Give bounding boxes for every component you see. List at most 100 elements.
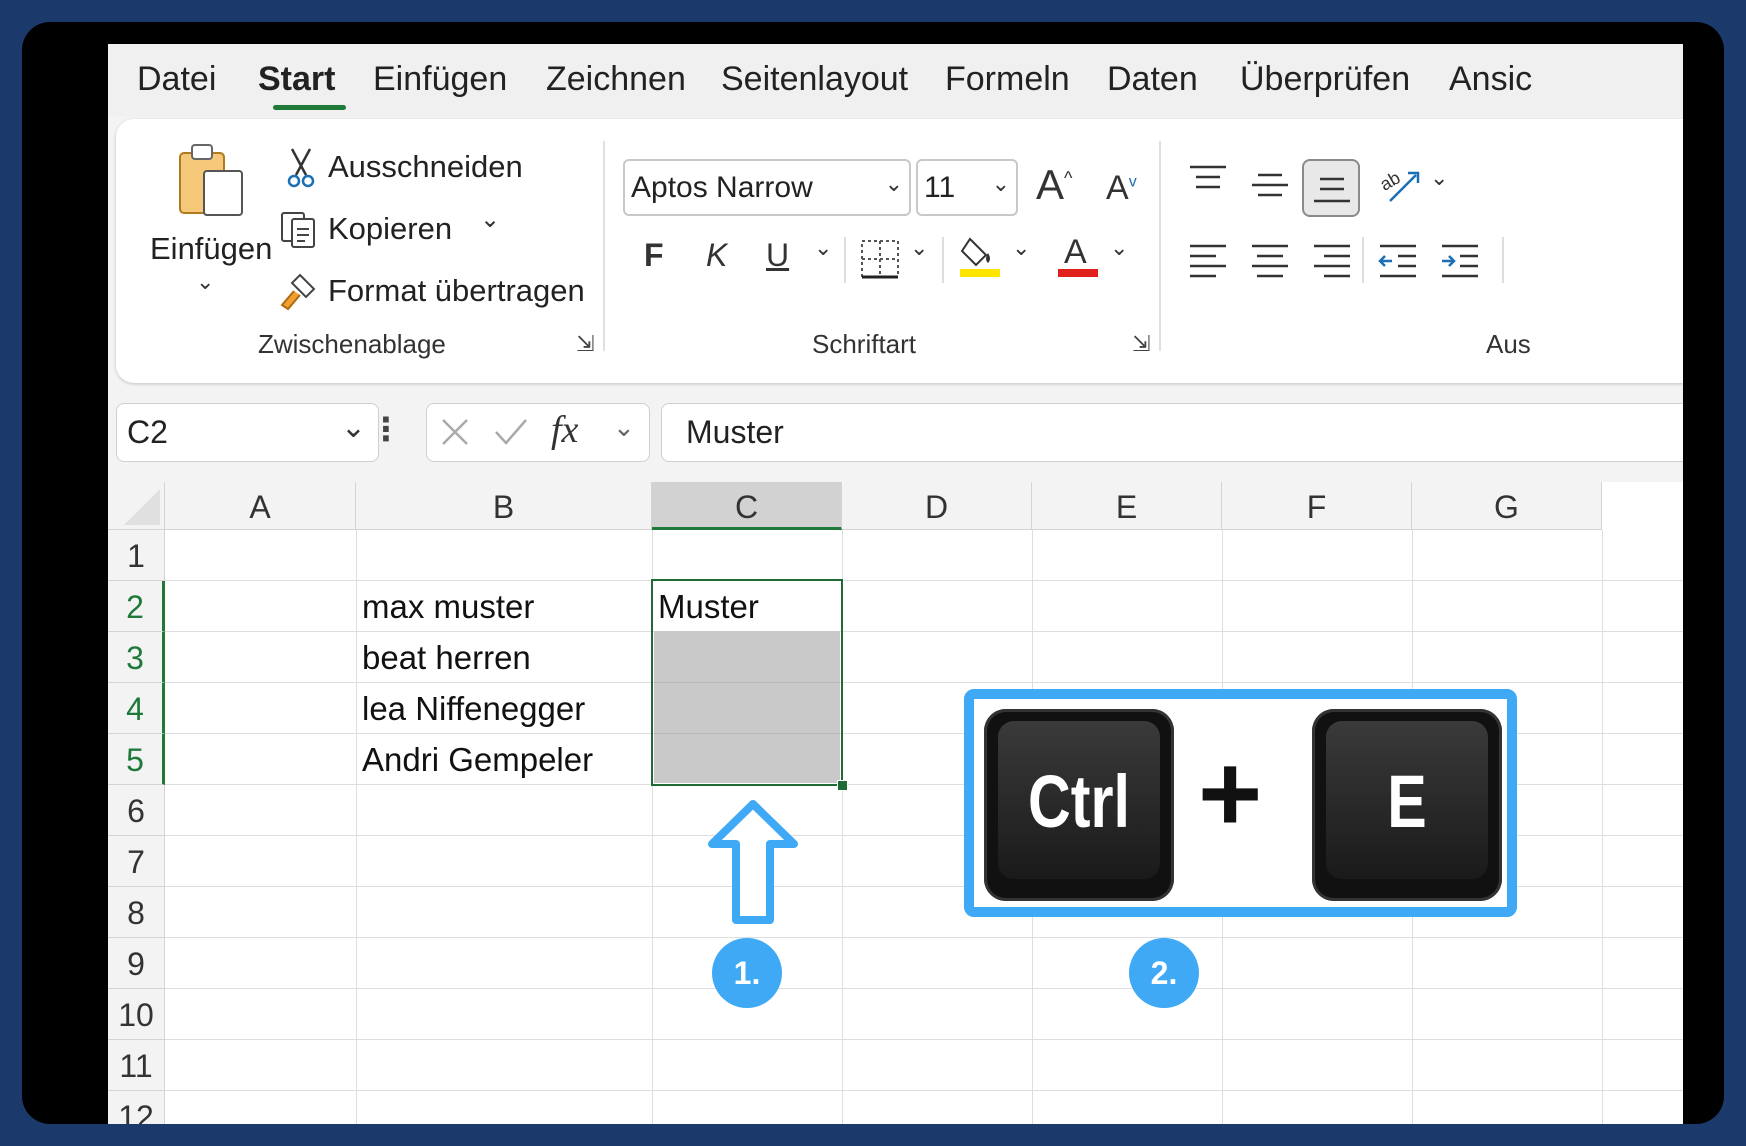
row-header-4[interactable]: 4 — [108, 683, 165, 734]
alignment-group-label: Aus — [1486, 329, 1531, 359]
tab-daten[interactable]: Daten — [1107, 60, 1198, 99]
spreadsheet-grid: A B C D E F G 1 2 3 4 5 6 7 8 9 10 11 12 — [108, 482, 1683, 1124]
paste-button[interactable]: Einfügen — [150, 231, 272, 267]
formula-controls: fx ⌄ — [426, 403, 650, 462]
row-header-9[interactable]: 9 — [108, 938, 165, 989]
align-top-icon[interactable] — [1188, 165, 1228, 195]
row-header-8[interactable]: 8 — [108, 887, 165, 938]
separator — [1362, 237, 1364, 283]
column-header-g[interactable]: G — [1412, 482, 1602, 530]
select-all-corner[interactable] — [108, 482, 165, 530]
orientation-dropdown-chevron-icon[interactable]: ⌄ — [1430, 165, 1448, 191]
paste-dropdown-chevron-icon[interactable]: ⌄ — [196, 269, 214, 295]
row-header-6[interactable]: 6 — [108, 785, 165, 836]
borders-icon[interactable] — [860, 239, 900, 279]
row-header-3[interactable]: 3 — [108, 632, 165, 683]
row-header-7[interactable]: 7 — [108, 836, 165, 887]
align-middle-icon[interactable] — [1250, 171, 1290, 201]
name-box-value: C2 — [127, 414, 168, 450]
cell-b5[interactable]: Andri Gempeler — [362, 741, 593, 779]
name-box[interactable]: C2 ⌄ — [116, 403, 379, 462]
cell-b2[interactable]: max muster — [362, 588, 534, 626]
decrease-indent-icon[interactable] — [1378, 243, 1418, 279]
font-color-dropdown-chevron-icon[interactable]: ⌄ — [1110, 235, 1128, 261]
fill-color-icon[interactable] — [958, 231, 1002, 279]
cell-b4[interactable]: lea Niffenegger — [362, 690, 585, 728]
separator — [844, 237, 846, 283]
format-painter-icon[interactable] — [278, 271, 320, 313]
cell-b3[interactable]: beat herren — [362, 639, 531, 677]
tab-ansicht[interactable]: Ansic — [1449, 60, 1532, 99]
tab-einfuegen[interactable]: Einfügen — [373, 60, 507, 99]
gridline — [165, 988, 1683, 989]
column-header-b[interactable]: B — [356, 482, 652, 530]
gridline — [1602, 530, 1603, 1124]
clipboard-dialog-launcher-icon[interactable]: ⇲ — [576, 331, 594, 357]
row-header-2[interactable]: 2 — [108, 581, 165, 632]
enter-icon[interactable] — [493, 416, 529, 448]
cut-button[interactable]: Ausschneiden — [328, 149, 523, 185]
chevron-down-icon: ⌄ — [884, 171, 903, 196]
tab-formeln[interactable]: Formeln — [945, 60, 1070, 99]
tab-seitenlayout[interactable]: Seitenlayout — [721, 60, 908, 99]
column-header-a[interactable]: A — [165, 482, 356, 530]
tab-zeichnen[interactable]: Zeichnen — [546, 60, 686, 99]
more-options-icon[interactable]: ⋮ — [370, 410, 402, 448]
separator — [942, 237, 944, 283]
insert-function-button[interactable]: fx — [551, 408, 578, 452]
column-header-c[interactable]: C — [652, 482, 842, 530]
align-right-icon[interactable] — [1312, 243, 1352, 279]
chevron-down-icon[interactable]: ⌄ — [613, 412, 635, 443]
scissors-icon[interactable] — [284, 147, 318, 188]
cancel-icon[interactable] — [439, 416, 471, 448]
row-header-1[interactable]: 1 — [108, 530, 165, 581]
plus-sign: + — [1198, 732, 1263, 855]
column-header-d[interactable]: D — [842, 482, 1032, 530]
step-badge-2: 2. — [1129, 938, 1199, 1008]
step-badge-1: 1. — [712, 938, 782, 1008]
italic-button[interactable]: K — [706, 237, 727, 274]
font-dialog-launcher-icon[interactable]: ⇲ — [1132, 331, 1150, 357]
font-name-select[interactable]: Aptos Narrow ⌄ — [623, 159, 911, 216]
excel-window: Datei Start Einfügen Zeichnen Seitenlayo… — [108, 44, 1683, 1124]
device-frame: Datei Start Einfügen Zeichnen Seitenlayo… — [22, 22, 1724, 1124]
paste-icon[interactable] — [174, 139, 254, 219]
ribbon-tab-bar: Datei Start Einfügen Zeichnen Seitenlayo… — [108, 44, 1683, 116]
tab-datei[interactable]: Datei — [137, 60, 216, 99]
group-separator — [603, 141, 605, 351]
align-left-icon[interactable] — [1188, 243, 1228, 279]
copy-button[interactable]: Kopieren — [328, 211, 452, 247]
underline-button[interactable]: U — [766, 237, 789, 274]
decrease-font-size-icon[interactable]: Av — [1106, 169, 1137, 208]
gridline — [165, 1090, 1683, 1091]
bold-button[interactable]: F — [644, 237, 664, 274]
shortcut-box: Ctrl + E — [964, 689, 1517, 917]
increase-font-size-icon[interactable]: A^ — [1036, 161, 1072, 209]
increase-indent-icon[interactable] — [1440, 243, 1480, 279]
ctrl-key-icon: Ctrl — [984, 709, 1174, 901]
borders-dropdown-chevron-icon[interactable]: ⌄ — [910, 235, 928, 261]
tab-ueberpruefen[interactable]: Überprüfen — [1240, 60, 1410, 99]
chevron-down-icon: ⌄ — [991, 171, 1010, 196]
row-header-11[interactable]: 11 — [108, 1040, 165, 1091]
fill-color-dropdown-chevron-icon[interactable]: ⌄ — [1012, 235, 1030, 261]
format-painter-button[interactable]: Format übertragen — [328, 273, 585, 309]
cell-c2[interactable]: Muster — [658, 588, 759, 626]
column-header-f[interactable]: F — [1222, 482, 1412, 530]
row-header-12[interactable]: 12 — [108, 1091, 165, 1124]
column-header-e[interactable]: E — [1032, 482, 1222, 530]
fill-handle[interactable] — [837, 780, 848, 791]
row-header-10[interactable]: 10 — [108, 989, 165, 1040]
copy-icon[interactable] — [278, 209, 320, 251]
orientation-icon[interactable]: ab — [1376, 163, 1422, 207]
align-center-icon[interactable] — [1250, 243, 1290, 279]
underline-dropdown-chevron-icon[interactable]: ⌄ — [814, 235, 832, 261]
formula-content: Muster — [686, 414, 784, 450]
font-size-select[interactable]: 11 ⌄ — [916, 159, 1018, 216]
align-bottom-button[interactable] — [1302, 159, 1360, 217]
row-header-5[interactable]: 5 — [108, 734, 165, 785]
formula-input[interactable]: Muster — [661, 403, 1683, 462]
tab-start[interactable]: Start — [258, 60, 335, 99]
font-color-icon[interactable]: A — [1056, 231, 1100, 279]
copy-dropdown-chevron-icon[interactable]: ⌄ — [480, 205, 500, 234]
